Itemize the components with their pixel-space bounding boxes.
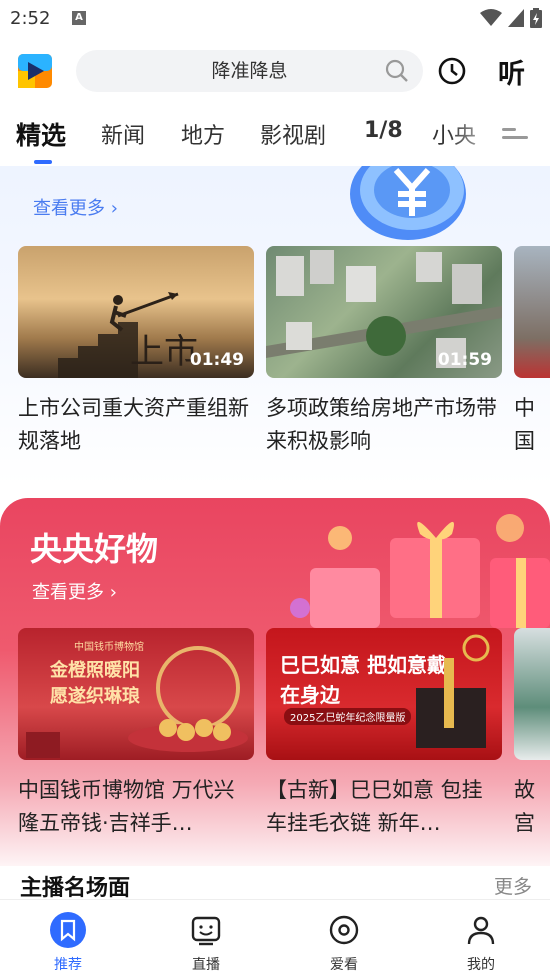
product-title: 故宫美"古 xyxy=(514,778,535,835)
listen-button[interactable]: 听 xyxy=(498,52,525,91)
channel-tabs: 精选 新闻 地方 影视剧 1/8 小央 xyxy=(0,104,550,166)
video-card-partial[interactable]: 中国器数 xyxy=(514,246,550,458)
product-thumbnail: 中国钱币博物馆 金橙照暖阳 愿遂织琳琅 xyxy=(18,628,254,760)
tab-news[interactable]: 新闻 xyxy=(101,118,145,150)
product-thumbnail xyxy=(514,628,550,760)
product-card-partial[interactable]: 故宫美"古 xyxy=(514,628,550,840)
battery-icon xyxy=(530,8,542,28)
tab-1-8[interactable]: 1/8 xyxy=(364,118,403,143)
anchor-title: 主播名场面 xyxy=(20,876,131,901)
search-placeholder: 降准降息 xyxy=(211,60,288,82)
tab-local[interactable]: 地方 xyxy=(181,118,225,150)
tab-selected[interactable]: 精选 xyxy=(16,116,66,152)
video-thumbnail xyxy=(514,246,550,378)
thumb-overlay-text: 上市 xyxy=(130,332,198,372)
tab-drama[interactable]: 影视剧 xyxy=(260,118,326,150)
video-duration: 01:59 xyxy=(437,350,492,370)
target-icon xyxy=(329,915,359,945)
nav-live[interactable]: 直播 xyxy=(166,910,246,974)
shop-section: 央央好物 查看更多 › 中国钱币博物馆 金橙照暖阳 愿遂织琳琅 中国钱币博物馆 … xyxy=(0,498,550,878)
video-title: 多项政策给房地产市场带来积极影响 xyxy=(266,396,497,453)
gift-box-icon xyxy=(290,514,550,628)
nav-label: 推荐 xyxy=(54,957,82,973)
video-title: 中国器数 xyxy=(514,396,535,453)
notification-a-icon: A xyxy=(72,11,86,25)
product-card[interactable]: 中国钱币博物馆 金橙照暖阳 愿遂织琳琅 中国钱币博物馆 万代兴隆五帝钱·吉祥手… xyxy=(18,628,254,840)
search-icon[interactable] xyxy=(385,59,409,83)
video-duration: 01:49 xyxy=(189,350,244,370)
video-title: 上市公司重大资产重组新规落地 xyxy=(18,396,249,453)
top-header: 降准降息 听 xyxy=(0,38,550,104)
bookmark-icon xyxy=(50,912,86,948)
product-title: 中国钱币博物馆 万代兴隆五帝钱·吉祥手… xyxy=(18,778,235,835)
product-thumbnail: 巳巳如意 把如意戴在身边 2025乙巳蛇年纪念限量版 xyxy=(266,628,502,760)
video-thumbnail: 上市 01:49 xyxy=(18,246,254,378)
signal-icon xyxy=(508,9,524,27)
video-thumbnail: 01:59 xyxy=(266,246,502,378)
tv-face-icon xyxy=(191,916,221,946)
tab-menu-icon[interactable] xyxy=(502,128,528,148)
anchor-more-link[interactable]: 更多 xyxy=(494,872,532,899)
finance-more-link[interactable]: 查看更多 › xyxy=(33,194,118,220)
nav-label: 爱看 xyxy=(330,957,358,973)
nav-watch[interactable]: 爱看 xyxy=(304,910,384,974)
product-title: 【古新】巳巳如意 包挂车挂毛衣链 新年… xyxy=(266,778,483,835)
user-icon xyxy=(467,916,495,945)
history-clock-icon[interactable] xyxy=(437,56,467,86)
status-bar: 2:52 A xyxy=(0,0,550,38)
nav-mine[interactable]: 我的 xyxy=(441,910,521,974)
tab-active-indicator xyxy=(34,160,52,164)
wifi-icon xyxy=(480,9,502,26)
shop-title: 央央好物 xyxy=(30,530,159,568)
shop-more-link[interactable]: 查看更多 › xyxy=(32,578,117,604)
tab-fade-overlay xyxy=(448,104,508,166)
ruyi-pendant-image xyxy=(416,634,490,748)
yuan-coin-icon xyxy=(350,166,466,240)
system-icons xyxy=(480,8,542,28)
finance-section: 查看更多 › 上市 01:49 上市公司重大资产重组新规落地 01:59 多项政… xyxy=(0,166,550,486)
nav-label: 我的 xyxy=(467,957,495,973)
nav-recommend[interactable]: 推荐 xyxy=(28,910,108,974)
product-card[interactable]: 巳巳如意 把如意戴在身边 2025乙巳蛇年纪念限量版 【古新】巳巳如意 包挂车挂… xyxy=(266,628,502,840)
coins-image xyxy=(26,646,248,758)
nav-label: 直播 xyxy=(192,957,220,973)
search-bar[interactable]: 降准降息 xyxy=(76,50,423,92)
video-card[interactable]: 01:59 多项政策给房地产市场带来积极影响 xyxy=(266,246,502,458)
video-card[interactable]: 上市 01:49 上市公司重大资产重组新规落地 xyxy=(18,246,254,458)
bottom-navigation: 推荐 直播 爱看 我的 xyxy=(0,899,550,979)
app-logo-icon[interactable] xyxy=(18,54,52,88)
status-time: 2:52 xyxy=(10,8,51,29)
